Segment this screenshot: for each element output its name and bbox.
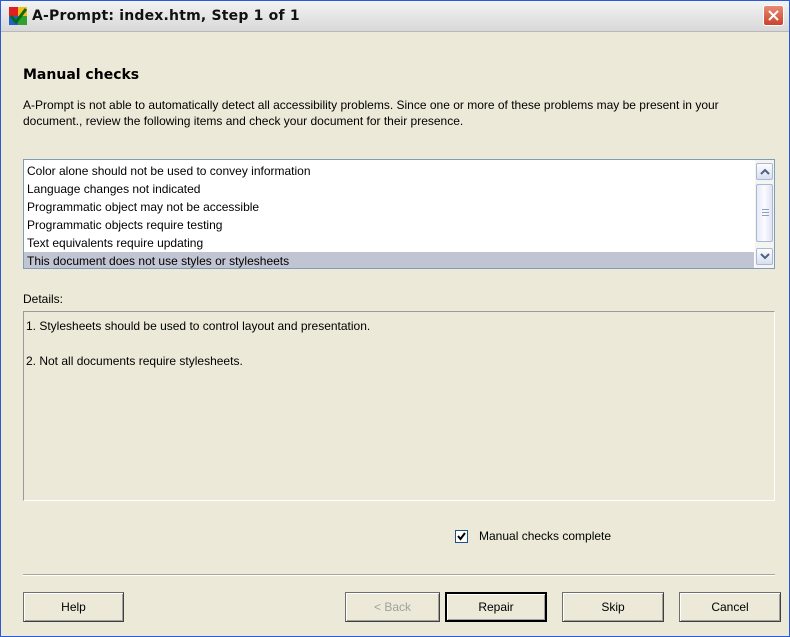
list-item[interactable]: Color alone should not be used to convey…: [24, 162, 754, 180]
grip-line: [762, 215, 769, 216]
list-item[interactable]: Programmatic objects require testing: [24, 216, 754, 234]
back-button[interactable]: < Back: [345, 592, 440, 622]
scroll-down-button[interactable]: [756, 248, 773, 265]
close-icon: [768, 10, 779, 21]
scroll-thumb[interactable]: [756, 184, 773, 242]
window-title: A-Prompt: index.htm, Step 1 of 1: [32, 8, 300, 24]
list-items: Color alone should not be used to convey…: [24, 162, 754, 268]
intro-text: A-Prompt is not able to automatically de…: [23, 98, 719, 128]
scroll-up-button[interactable]: [756, 163, 773, 180]
vertical-scrollbar[interactable]: [755, 160, 774, 268]
skip-button[interactable]: Skip: [562, 592, 664, 622]
repair-button[interactable]: Repair: [445, 592, 547, 622]
close-button[interactable]: [763, 5, 784, 26]
details-box[interactable]: 1. Stylesheets should be used to control…: [23, 311, 775, 501]
dialog-window: A-Prompt: index.htm, Step 1 of 1 Manual …: [0, 0, 790, 637]
details-label: Details:: [23, 292, 64, 306]
details-line: 2. Not all documents require stylesheets…: [26, 354, 243, 368]
help-button[interactable]: Help: [23, 592, 124, 622]
separator: [23, 574, 775, 576]
app-checkmark-icon: [9, 7, 27, 25]
checkbox-box[interactable]: [455, 530, 468, 543]
list-item[interactable]: Language changes not indicated: [24, 180, 754, 198]
grip-line: [762, 209, 769, 210]
section-heading: Manual checks: [23, 67, 140, 83]
list-item-selected[interactable]: This document does not use styles or sty…: [24, 252, 754, 268]
chevron-up-icon: [760, 168, 770, 175]
checkbox-label: Manual checks complete: [479, 529, 612, 543]
checkmark-icon: [457, 532, 466, 541]
list-item[interactable]: Programmatic object may not be accessibl…: [24, 198, 754, 216]
grip-line: [762, 212, 769, 213]
title-bar[interactable]: A-Prompt: index.htm, Step 1 of 1: [1, 1, 789, 32]
manual-checks-list[interactable]: Color alone should not be used to convey…: [23, 159, 775, 269]
cancel-button[interactable]: Cancel: [679, 592, 781, 622]
chevron-down-icon: [760, 253, 770, 260]
details-line: 1. Stylesheets should be used to control…: [26, 319, 371, 333]
list-item[interactable]: Text equivalents require updating: [24, 234, 754, 252]
